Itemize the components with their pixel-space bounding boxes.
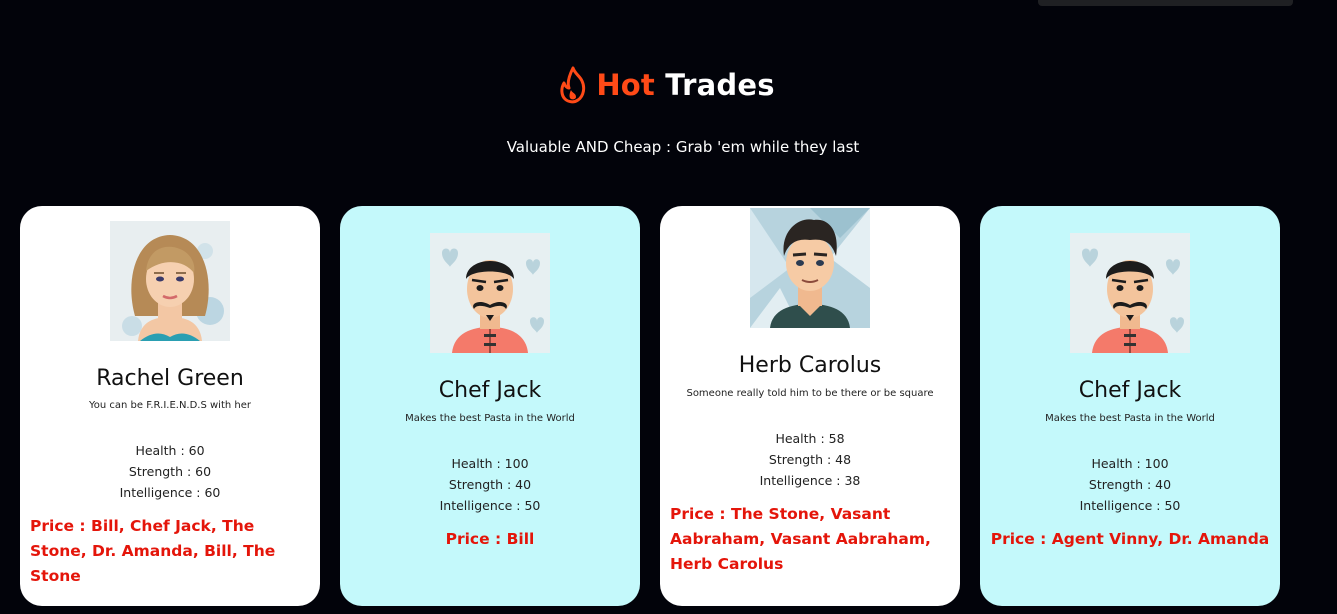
stat-intelligence: Intelligence : 38 <box>759 473 861 488</box>
character-name: Chef Jack <box>1078 378 1182 403</box>
stat-health: Health : 100 <box>1091 456 1169 471</box>
title-hot: Hot <box>596 68 655 102</box>
title-trades: Trades <box>665 68 775 102</box>
stat-strength: Strength : 60 <box>128 464 212 479</box>
character-price: Price : The Stone, Vasant Aabraham, Vasa… <box>670 505 931 573</box>
top-search-box[interactable] <box>1038 0 1293 6</box>
character-avatar <box>750 208 870 328</box>
page-title: Hot Trades <box>596 68 774 102</box>
flame-icon <box>560 66 586 104</box>
stat-health: Health : 58 <box>775 431 845 446</box>
character-card[interactable]: Chef Jack Makes the best Pasta in the Wo… <box>340 206 640 606</box>
stat-health: Health : 60 <box>135 443 205 458</box>
character-avatar <box>430 233 550 353</box>
stat-health: Health : 100 <box>451 456 529 471</box>
page-subtitle: Valuable AND Cheap : Grab 'em while they… <box>506 138 860 156</box>
character-price: Price : Bill, Chef Jack, The Stone, Dr. … <box>30 517 276 585</box>
section-header: Hot Trades <box>0 66 1337 104</box>
character-card[interactable]: Rachel Green You can be F.R.I.E.N.D.S wi… <box>20 206 320 606</box>
character-description: You can be F.R.I.E.N.D.S with her <box>88 400 252 411</box>
stat-intelligence: Intelligence : 60 <box>119 485 221 500</box>
character-description: Makes the best Pasta in the World <box>1045 413 1215 424</box>
stat-strength: Strength : 40 <box>448 477 532 492</box>
character-card[interactable]: Herb Carolus Someone really told him to … <box>660 206 960 606</box>
character-price: Price : Bill <box>445 530 535 548</box>
character-name: Herb Carolus <box>738 353 882 378</box>
stat-strength: Strength : 40 <box>1088 477 1172 492</box>
character-avatar <box>110 221 230 341</box>
character-card[interactable]: Chef Jack Makes the best Pasta in the Wo… <box>980 206 1280 606</box>
character-description: Makes the best Pasta in the World <box>405 413 575 424</box>
character-avatar <box>1070 233 1190 353</box>
stat-intelligence: Intelligence : 50 <box>1079 498 1181 513</box>
character-name: Rachel Green <box>96 366 244 391</box>
character-description: Someone really told him to be there or b… <box>686 388 934 399</box>
character-price: Price : Agent Vinny, Dr. Amanda <box>990 530 1270 548</box>
stat-intelligence: Intelligence : 50 <box>439 498 541 513</box>
stat-strength: Strength : 48 <box>768 452 852 467</box>
character-name: Chef Jack <box>438 378 542 403</box>
